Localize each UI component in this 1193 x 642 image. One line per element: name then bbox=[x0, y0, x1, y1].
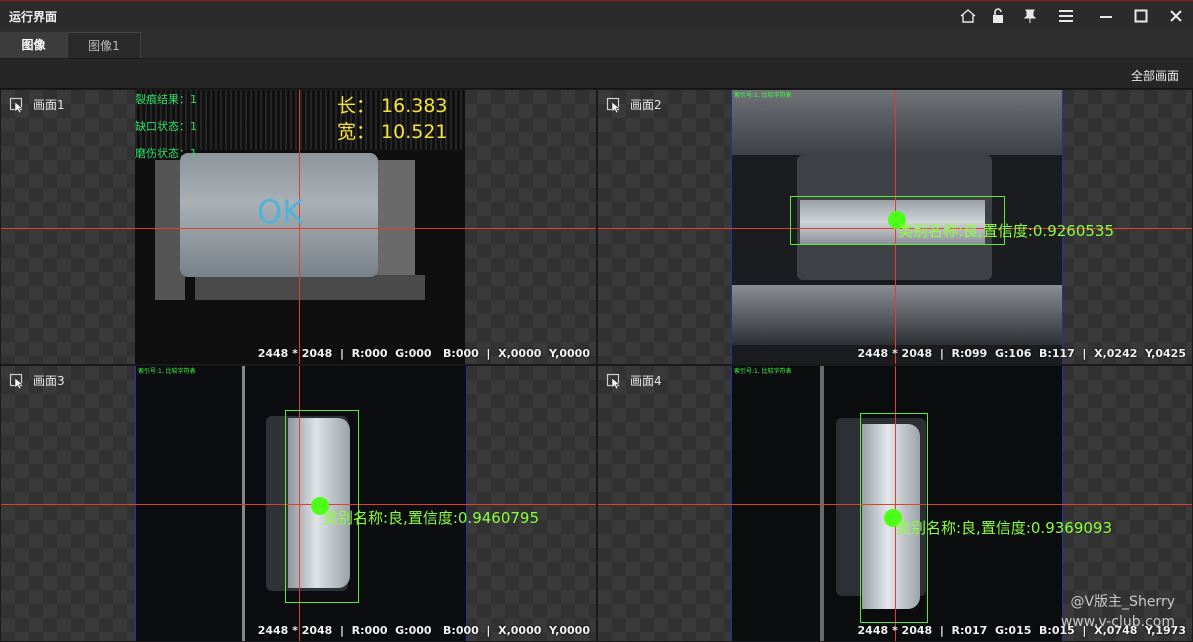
watermark-site: www.v-club.com bbox=[1060, 614, 1175, 630]
select-cursor-icon[interactable] bbox=[606, 97, 622, 113]
title-bar: 运行界面 bbox=[0, 0, 1193, 30]
index-note-text: 索引号:1, 比较字符表 bbox=[138, 368, 196, 375]
view-toolbar: 全部画面 bbox=[0, 59, 1193, 89]
crack-result-text: 裂痕结果：1 bbox=[135, 93, 197, 106]
index-note-text: 索引号:1, 比较字符表 bbox=[734, 92, 792, 99]
view-pane-2[interactable]: 画面2 索引号:1, 比较字符表 类别名称:良,置信度:0.9260535 24… bbox=[597, 89, 1193, 365]
all-screens-button[interactable]: 全部画面 bbox=[1131, 67, 1179, 84]
pane-4-label: 画面4 bbox=[630, 374, 662, 388]
menu-icon[interactable] bbox=[1055, 5, 1077, 27]
view-pane-3[interactable]: 画面3 索引号:1, 比较字符表 类别名称:良,置信度:0.9460795 24… bbox=[0, 365, 597, 642]
pane-1-label: 画面1 bbox=[33, 98, 65, 112]
select-cursor-icon[interactable] bbox=[9, 373, 25, 389]
pane-2-label: 画面2 bbox=[630, 98, 662, 112]
pin-icon[interactable] bbox=[1019, 5, 1041, 27]
classification-result: 类别名称:良,置信度:0.9260535 bbox=[898, 222, 1114, 240]
tab-image[interactable]: 图像 bbox=[0, 32, 67, 58]
view-pane-1[interactable]: 画面1 裂痕结果：1 缺口状态：1 磨伤状态：1 长： 16.383 宽： 10… bbox=[0, 89, 597, 365]
pane-2-header: 画面2 bbox=[606, 96, 662, 113]
pane-3-label: 画面3 bbox=[33, 374, 65, 388]
width-measure: 宽： 10.521 bbox=[337, 121, 448, 143]
pixel-info-status: 2448 * 2048 | R:099 G:106 B:117 | X,0242… bbox=[857, 347, 1186, 360]
wear-status-text: 磨伤状态：1 bbox=[135, 147, 197, 160]
pane-4-header: 画面4 bbox=[606, 372, 662, 389]
pixel-info-status: 2448 * 2048 | R:000 G:000 B:000 | X,0000… bbox=[257, 347, 590, 360]
classification-result: 类别名称:良,置信度:0.9460795 bbox=[323, 509, 539, 527]
pixel-info-status: 2448 * 2048 | R:000 G:000 B:000 | X,0000… bbox=[257, 624, 590, 637]
close-icon[interactable] bbox=[1165, 5, 1187, 27]
index-note-text: 索引号:1, 比较字符表 bbox=[734, 368, 792, 375]
tab-bar: 图像 图像1 bbox=[0, 30, 1193, 59]
maximize-icon[interactable] bbox=[1130, 5, 1152, 27]
watermark: @V版主_Sherry www.v-club.com bbox=[1061, 592, 1175, 632]
pane-3-header: 画面3 bbox=[9, 372, 65, 389]
tab-image1[interactable]: 图像1 bbox=[67, 32, 141, 58]
watermark-author: @V版主_Sherry bbox=[1070, 594, 1175, 610]
length-measure: 长： 16.383 bbox=[337, 95, 448, 117]
window-title: 运行界面 bbox=[9, 10, 58, 24]
select-cursor-icon[interactable] bbox=[606, 373, 622, 389]
ok-verdict: OK bbox=[257, 193, 304, 231]
home-icon[interactable] bbox=[957, 5, 979, 27]
minimize-icon[interactable] bbox=[1095, 5, 1117, 27]
select-cursor-icon[interactable] bbox=[9, 97, 25, 113]
classification-result: 类别名称:良,置信度:0.9369093 bbox=[896, 519, 1112, 537]
notch-status-text: 缺口状态：1 bbox=[135, 120, 197, 133]
pane-1-header: 画面1 bbox=[9, 96, 65, 113]
unlock-icon[interactable] bbox=[987, 5, 1009, 27]
